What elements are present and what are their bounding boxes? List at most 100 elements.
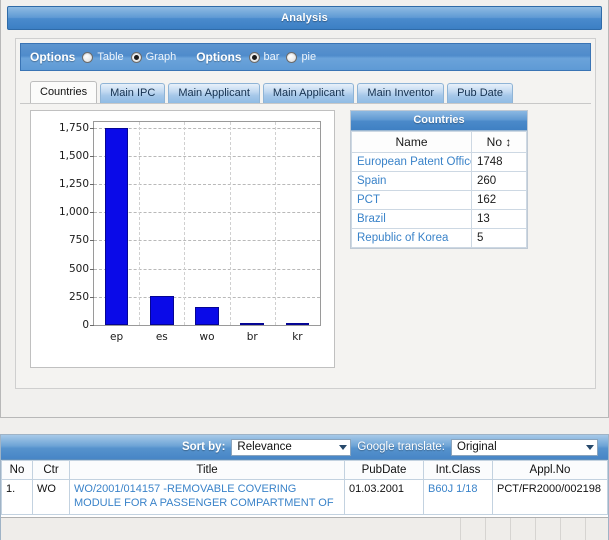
countries-cell-name: Brazil [351, 209, 472, 229]
chart-y-tickmark [90, 296, 94, 298]
chart-y-tick-label: 0 [82, 319, 89, 331]
results-col-intclass: Int.Class [423, 460, 493, 480]
results-cell-intclass: B60J 1/18 [423, 479, 493, 515]
chart-x-tick-label: wo [199, 331, 215, 343]
results-cell-title-link[interactable]: WO/2001/014157 -REMOVABLE COVERING MODUL… [74, 483, 340, 511]
chart-y-tick-label: 1,000 [58, 206, 89, 219]
countries-cell-name: Republic of Korea [351, 228, 472, 248]
app-screen: Analysis Options Table Graph Options bar… [0, 0, 609, 540]
country-link[interactable]: Republic of Korea [357, 232, 448, 244]
results-toolbar: Sort by: Relevance Google translate: Ori… [1, 435, 608, 460]
options-bar: Options Table Graph Options bar pie [20, 43, 591, 71]
countries-col-no[interactable]: No ↕ [471, 131, 527, 153]
chart-gridline-vertical [139, 122, 141, 325]
country-link[interactable]: Spain [357, 175, 386, 187]
chart-y-tick-label: 1,250 [58, 178, 89, 191]
chevron-down-icon-2[interactable] [586, 444, 594, 450]
status-strip [1, 517, 608, 540]
table-row: 1. WO WO/2001/014157 -REMOVABLE COVERING M… [1, 479, 608, 515]
chart-gridline-vertical [229, 122, 231, 325]
country-link[interactable]: Brazil [357, 213, 386, 225]
chart-y-tickmark [90, 325, 94, 326]
chart-x-tick-label: kr [292, 331, 303, 343]
countries-table-row: Brazil 13 [351, 209, 527, 229]
chart-x-tick-label: ep [110, 331, 124, 343]
results-cell-intclass-link[interactable]: B60J 1/18 [428, 483, 478, 495]
results-table: No Ctr Title PubDate Int.Class Appl.No 1… [1, 460, 608, 515]
status-cell [560, 518, 585, 540]
status-cell [485, 518, 510, 540]
radio-pie-icon[interactable] [286, 51, 298, 63]
chart-y-tick-label: 500 [68, 262, 89, 275]
chart-bar[interactable] [195, 306, 219, 325]
chart-canvas: 0 250 500 750 1,000 1,250 1,500 1,750 ep es wo br kr [31, 111, 334, 367]
chart-y-tick-label: 750 [68, 234, 89, 247]
analysis-tabs: Countries Main IPC Main Applicant Main A… [30, 81, 595, 103]
countries-table-row: Republic of Korea 5 [351, 228, 527, 248]
tab-main-applicant-1[interactable]: Main Applicant [168, 83, 260, 103]
chart-x-tick-label: br [246, 331, 258, 343]
tab-main-inventor[interactable]: Main Inventor [357, 83, 445, 103]
status-cell [460, 518, 485, 540]
sort-by-select[interactable]: Relevance [231, 438, 352, 456]
chart-y-tickmark [90, 184, 94, 186]
countries-table-panel: Countries Name No ↕ European Patent Offi… [350, 110, 528, 249]
chart-y-tickmark [90, 155, 94, 157]
results-col-title: Title [69, 460, 345, 480]
countries-cell-count: 162 [471, 190, 527, 210]
radio-table-icon[interactable] [82, 51, 94, 63]
countries-table: Name No ↕ European Patent Office 1748 Spai… [351, 131, 527, 248]
countries-col-name[interactable]: Name [351, 131, 472, 153]
radio-table-label: Table [97, 51, 124, 63]
radio-pie-label: pie [301, 51, 317, 63]
google-translate-value: Original [457, 441, 497, 453]
country-link[interactable]: PCT [357, 194, 380, 206]
tab-main-applicant-2[interactable]: Main Applicant [262, 83, 355, 103]
google-translate-label: Google translate: [357, 441, 445, 453]
chart-gridline-vertical [274, 122, 276, 325]
tab-main-ipc[interactable]: Main IPC [100, 83, 166, 103]
results-cell-ctr: WO [32, 479, 70, 515]
chevron-down-icon[interactable] [339, 444, 348, 450]
sort-arrows-icon[interactable]: ↕ [505, 135, 511, 149]
chart-bar[interactable] [285, 323, 310, 325]
chart-y-tickmark [90, 268, 94, 270]
results-col-no: No [1, 460, 33, 480]
country-link[interactable]: European Patent Office [357, 156, 471, 168]
results-cell-title: WO/2001/014157 -REMOVABLE COVERING MODUL… [69, 479, 345, 515]
countries-table-header-row: Name No ↕ [351, 131, 527, 153]
chart-y-tickmark [90, 240, 94, 242]
radio-option-bar[interactable]: bar [248, 51, 279, 63]
radio-graph-icon[interactable] [130, 51, 142, 63]
countries-col-no-label: No [486, 135, 502, 149]
countries-bar-chart: 0 250 500 750 1,000 1,250 1,500 1,750 ep es wo br kr [30, 110, 335, 368]
radio-option-table[interactable]: Table [82, 51, 124, 63]
sort-by-label: Sort by: [181, 441, 226, 453]
radio-graph-label: Graph [145, 51, 177, 63]
countries-cell-name: Spain [351, 171, 472, 191]
radio-bar-icon[interactable] [248, 51, 260, 63]
countries-table-caption: Countries [351, 111, 527, 131]
results-cell-pubdate: 01.03.2001 [344, 479, 424, 515]
chart-bar[interactable] [240, 323, 264, 325]
results-window: Sort by: Relevance Google translate: Ori… [0, 434, 609, 540]
page-title: Analysis [281, 12, 328, 24]
status-cell [510, 518, 535, 540]
tab-countries[interactable]: Countries [30, 81, 98, 103]
countries-table-row: European Patent Office 1748 [351, 152, 527, 172]
analysis-title-bar: Analysis [7, 6, 602, 30]
radio-option-pie[interactable]: pie [286, 51, 316, 63]
analysis-inner-panel: Options Table Graph Options bar pie Coun… [15, 38, 596, 389]
chart-y-tick-label: 1,500 [58, 149, 89, 162]
tab-pub-date[interactable]: Pub Date [447, 83, 513, 103]
countries-cell-name: PCT [351, 190, 472, 210]
countries-cell-count: 5 [471, 228, 527, 248]
chart-bar[interactable] [150, 295, 174, 325]
chart-bar[interactable] [104, 127, 129, 325]
radio-option-graph[interactable]: Graph [130, 51, 177, 63]
google-translate-select[interactable]: Original [451, 438, 598, 456]
results-col-pubdate: PubDate [344, 460, 424, 480]
results-col-ctr: Ctr [32, 460, 70, 480]
results-cell-no: 1. [1, 479, 33, 515]
options-label-charttype: Options [196, 50, 242, 64]
